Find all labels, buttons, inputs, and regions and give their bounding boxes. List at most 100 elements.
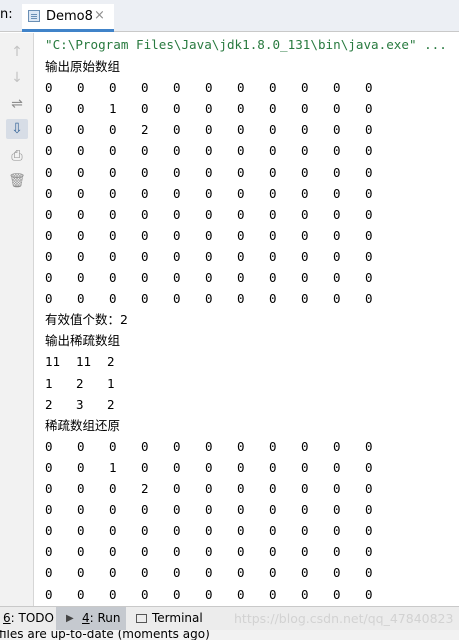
- matrix-cell: 0: [269, 459, 277, 475]
- matrix-cell: 0: [141, 143, 149, 159]
- matrix-cell: 0: [269, 185, 277, 201]
- matrix-cell: 0: [205, 502, 213, 518]
- matrix-cell: 0: [109, 502, 117, 518]
- matrix-cell: 0: [333, 523, 341, 539]
- matrix-cell: 0: [269, 164, 277, 180]
- matrix-cell: 0: [365, 270, 373, 285]
- restored-array-row: 0 0 0 0 0 0 0 0 0 0 0: [45, 584, 445, 605]
- original-array-row: 0 0 0 0 0 0 0 0 0 0 0: [45, 246, 445, 267]
- matrix-cell: 0: [109, 291, 117, 307]
- matrix-cell: 0: [205, 185, 213, 201]
- matrix-cell: 0: [269, 523, 277, 539]
- matrix-cell: 0: [269, 438, 277, 454]
- matrix-cell: 0: [77, 438, 85, 454]
- sparse-array-row: 11 11 2: [45, 351, 445, 372]
- matrix-cell: 0: [237, 185, 245, 201]
- matrix-cell: 0: [333, 586, 341, 602]
- matrix-cell: 0: [301, 101, 309, 117]
- matrix-cell: 0: [77, 248, 85, 264]
- terminal-tool-button[interactable]: Terminal: [136, 607, 203, 630]
- matrix-cell: 0: [237, 523, 245, 539]
- matrix-cell: 0: [365, 122, 373, 138]
- matrix-cell: 0: [237, 101, 245, 117]
- matrix-cell: 0: [45, 481, 53, 496]
- matrix-cell: 0: [365, 164, 373, 180]
- restored-array-row: 0 0 0 0 0 0 0 0 0 0 0: [45, 520, 445, 541]
- matrix-cell: 0: [45, 143, 53, 159]
- matrix-cell: 2: [107, 396, 115, 412]
- matrix-cell: 0: [109, 523, 117, 539]
- sparse-array-row: 2 3 2: [45, 394, 445, 415]
- matrix-cell: 0: [237, 143, 245, 159]
- matrix-cell: 0: [77, 481, 85, 496]
- matrix-cell: 0: [365, 502, 373, 518]
- matrix-cell: 0: [109, 481, 117, 496]
- scroll-to-end-icon[interactable]: ⇩: [6, 119, 28, 139]
- tab-demo8[interactable]: Demo8 ×: [22, 4, 114, 32]
- run-tool-button[interactable]: ▶ 4: Run: [56, 607, 126, 630]
- matrix-cell: 0: [141, 459, 149, 475]
- matrix-cell: 0: [365, 291, 373, 307]
- matrix-cell: 0: [333, 481, 341, 496]
- matrix-cell: 0: [205, 565, 213, 581]
- matrix-cell: 0: [237, 459, 245, 475]
- restored-array-row: 0 0 0 2 0 0 0 0 0 0 0: [45, 478, 445, 499]
- matrix-cell: 0: [205, 270, 213, 285]
- matrix-cell: 0: [269, 544, 277, 560]
- matrix-cell: 0: [301, 502, 309, 518]
- matrix-cell: 0: [45, 185, 53, 201]
- matrix-cell: 0: [333, 206, 341, 222]
- matrix-cell: 0: [45, 270, 53, 285]
- status-bar: files are up-to-date (moments ago): [0, 630, 459, 640]
- run-play-icon: ▶: [66, 613, 74, 624]
- matrix-cell: 0: [301, 227, 309, 243]
- trash-icon[interactable]: 🗑: [6, 171, 28, 191]
- matrix-cell: 0: [173, 523, 181, 539]
- matrix-cell: 0: [77, 227, 85, 243]
- restored-array-row: 0 0 0 0 0 0 0 0 0 0 0: [45, 436, 445, 457]
- matrix-cell: 0: [301, 586, 309, 602]
- matrix-cell: 0: [141, 206, 149, 222]
- matrix-cell: 0: [333, 143, 341, 159]
- matrix-cell: 0: [173, 565, 181, 581]
- matrix-cell: 0: [333, 227, 341, 243]
- matrix-cell: 0: [109, 122, 117, 138]
- matrix-cell: 0: [45, 206, 53, 222]
- matrix-cell: 2: [107, 354, 115, 370]
- rerun-down-icon[interactable]: ↓: [6, 68, 28, 88]
- matrix-cell: 0: [109, 80, 117, 96]
- print-icon[interactable]: ⎙: [6, 146, 28, 166]
- matrix-cell: 0: [141, 438, 149, 454]
- rerun-up-icon[interactable]: ↑: [6, 42, 28, 62]
- matrix-cell: 0: [173, 122, 181, 138]
- editor-tab-bar: n: Demo8 ×: [0, 0, 459, 32]
- matrix-cell: 0: [205, 459, 213, 475]
- matrix-cell: 0: [173, 459, 181, 475]
- matrix-cell: 0: [109, 438, 117, 454]
- matrix-cell: 0: [237, 270, 245, 285]
- restored-array-row: 0 0 0 0 0 0 0 0 0 0 0: [45, 562, 445, 583]
- matrix-cell: 0: [77, 164, 85, 180]
- close-icon[interactable]: ×: [94, 8, 105, 23]
- matrix-cell: 0: [173, 206, 181, 222]
- todo-tool-button[interactable]: 6: TODO: [3, 607, 54, 630]
- label-sparse-array: 输出稀疏数组: [45, 333, 121, 349]
- matrix-cell: 0: [365, 544, 373, 560]
- soft-wrap-icon[interactable]: ⇌: [6, 94, 28, 114]
- matrix-cell: 0: [173, 502, 181, 518]
- run-toolbar: ↑ ↓ ⇌ ⇩ ⎙ 🗑: [0, 33, 34, 606]
- matrix-cell: 0: [77, 206, 85, 222]
- matrix-cell: 2: [141, 122, 149, 138]
- label-restored-array: 稀疏数组还原: [45, 417, 121, 433]
- matrix-cell: 1: [45, 375, 53, 391]
- matrix-cell: 0: [237, 544, 245, 560]
- original-array-row: 0 0 0 0 0 0 0 0 0 0 0: [45, 267, 445, 288]
- matrix-cell: 0: [333, 80, 341, 96]
- status-message: files are up-to-date (moments ago): [0, 630, 210, 640]
- watermark: https://blog.csdn.net/qq_47840823: [234, 611, 454, 626]
- matrix-cell: 0: [109, 565, 117, 581]
- matrix-cell: 0: [45, 291, 53, 307]
- matrix-cell: 0: [365, 227, 373, 243]
- matrix-cell: 0: [333, 164, 341, 180]
- matrix-cell: 0: [365, 206, 373, 222]
